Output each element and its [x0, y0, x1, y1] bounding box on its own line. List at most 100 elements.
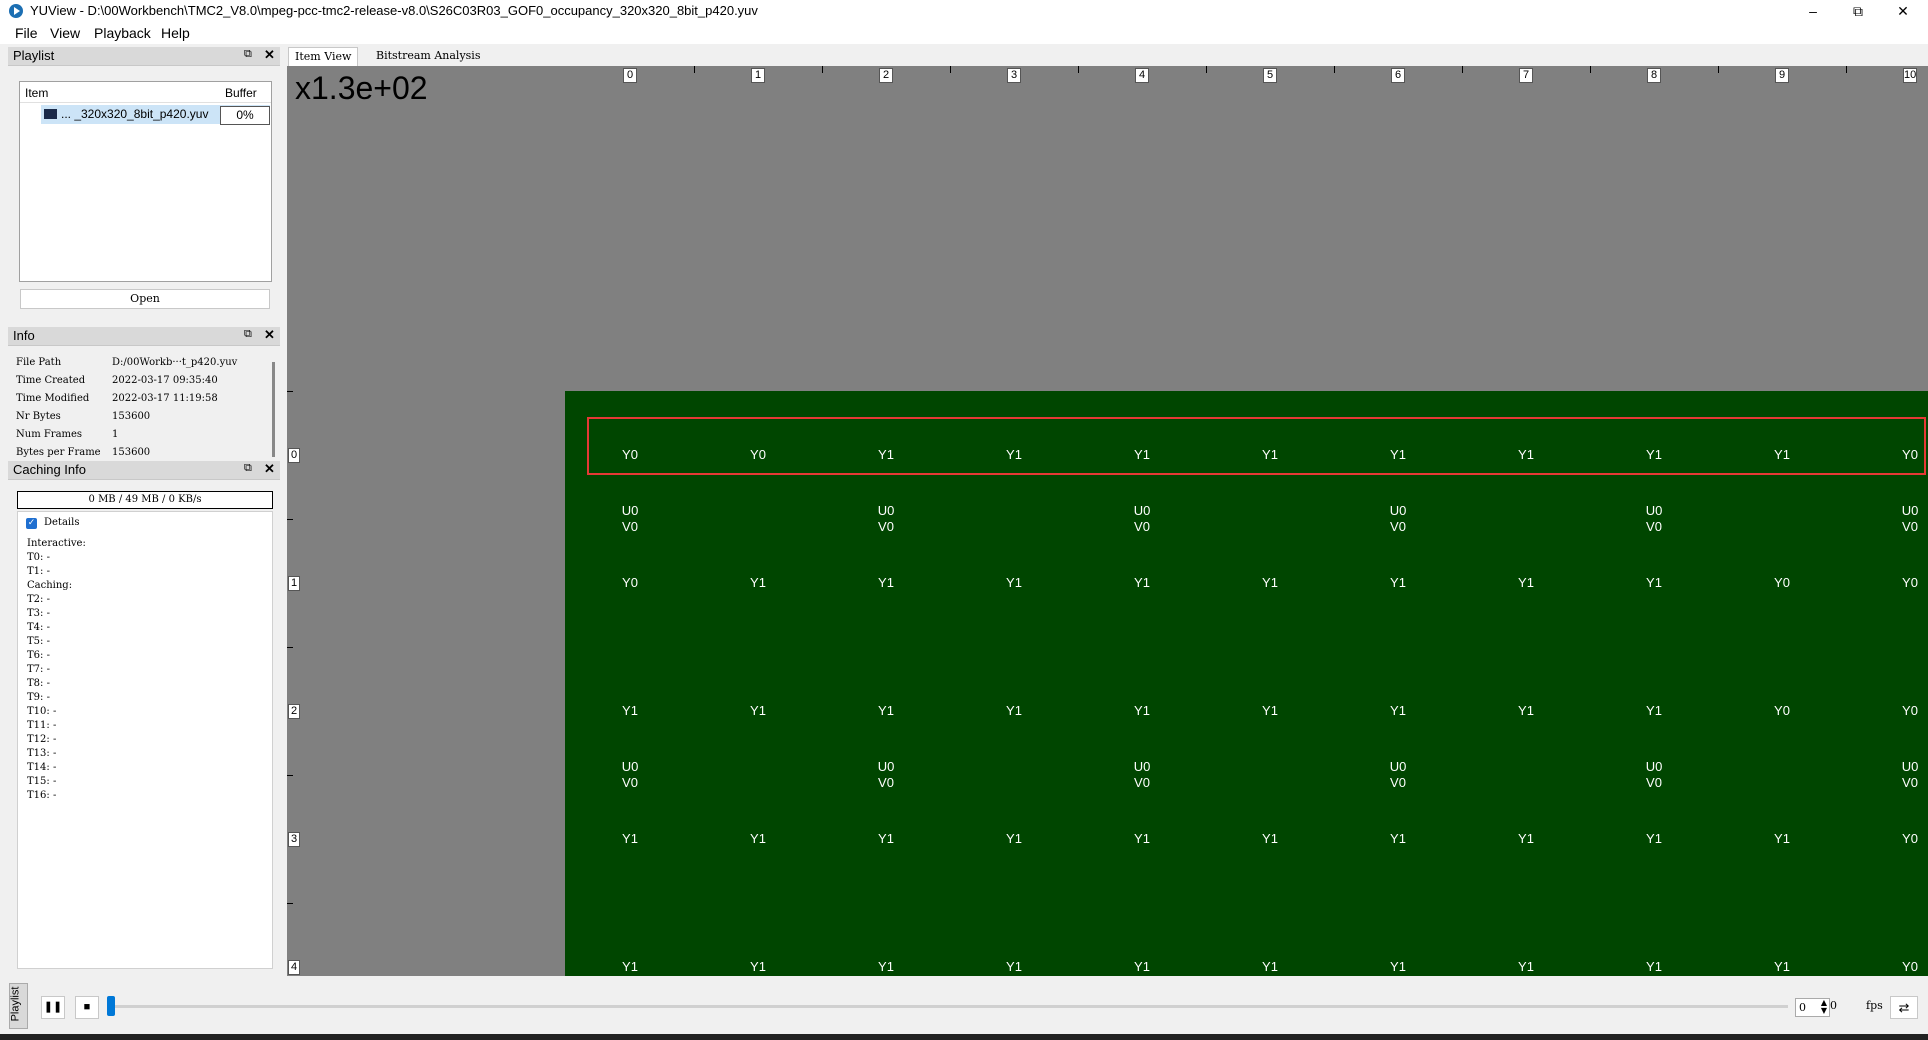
info-key: File Path [16, 357, 62, 368]
chroma-u: U0 [1389, 759, 1407, 774]
x-ruler-label: 9 [1775, 68, 1789, 83]
luma-value: Y1 [1262, 575, 1278, 590]
luma-value: Y1 [1390, 575, 1406, 590]
float-icon[interactable]: ⧉ [244, 463, 254, 474]
menu-bar: File View Playback Help [0, 22, 1928, 44]
x-ruler-label: 4 [1135, 68, 1149, 83]
chroma-value: U0 V0 [600, 759, 660, 791]
chroma-v: V0 [622, 775, 638, 790]
repeat-button[interactable]: ⇄ [1890, 996, 1918, 1019]
x-ruler-label: 6 [1391, 68, 1405, 83]
info-value: 1 [112, 429, 119, 440]
spin-arrows-icon[interactable]: ▲ ▼ [1821, 999, 1827, 1015]
y-ruler-tick [287, 647, 293, 648]
luma-value: Y1 [1518, 575, 1534, 590]
cache-line: T1: - [27, 566, 50, 577]
chroma-u: U0 [1133, 759, 1151, 774]
info-value: 153600 [112, 447, 151, 457]
chroma-v: V0 [1134, 775, 1150, 790]
playlist-header: Item Buffer [20, 82, 271, 103]
float-icon[interactable]: ⧉ [244, 49, 254, 60]
frame-total: 0 [1830, 999, 1837, 1012]
menu-view[interactable]: View [50, 25, 80, 41]
x-ruler-tick [1334, 66, 1335, 73]
luma-value: Y1 [750, 959, 766, 974]
luma-value: Y0 [1774, 575, 1790, 590]
app-icon [9, 4, 23, 18]
close-icon[interactable]: ✕ [264, 47, 275, 63]
chroma-u: U0 [1901, 503, 1919, 518]
chroma-value: U0 V0 [856, 759, 916, 791]
image-area [565, 391, 1928, 976]
luma-value: Y1 [1518, 703, 1534, 718]
menu-playback[interactable]: Playback [94, 25, 151, 41]
luma-value: Y0 [1902, 831, 1918, 846]
menu-file[interactable]: File [15, 25, 38, 41]
caching-title: Caching Info [13, 462, 86, 477]
luma-value: Y1 [1134, 575, 1150, 590]
y-ruler-label: 2 [288, 704, 300, 719]
close-button[interactable]: ✕ [1880, 0, 1926, 22]
x-ruler-label: 1 [751, 68, 765, 83]
playlist-title: Playlist [13, 48, 55, 63]
x-ruler-label: 10 [1903, 68, 1918, 83]
tab-item-view[interactable]: Item View [288, 47, 359, 66]
minimize-button[interactable]: – [1790, 0, 1836, 22]
cache-line: T2: - [27, 594, 50, 605]
luma-value: Y1 [1262, 831, 1278, 846]
luma-value: Y1 [878, 575, 894, 590]
chroma-v: V0 [1646, 775, 1662, 790]
info-key: Bytes per Frame [16, 447, 101, 457]
info-scrollbar[interactable] [272, 362, 275, 457]
menu-help[interactable]: Help [161, 25, 190, 41]
float-icon[interactable]: ⧉ [244, 329, 254, 340]
cache-line: T6: - [27, 650, 50, 661]
frame-slider-track[interactable] [110, 1005, 1788, 1008]
playlist-side-tab[interactable]: Playlist [9, 983, 28, 1029]
open-button[interactable]: Open [20, 289, 270, 309]
luma-value: Y1 [1518, 959, 1534, 974]
info-value: 2022-03-17 11:19:58 [112, 393, 218, 404]
item-view-canvas[interactable]: x1.3e+02 0 1 2 3 4 5 6 7 8 9 10 0 1 2 3 4 Y0 Y0 Y1 Y1 Y1 Y1 Y… [287, 66, 1928, 976]
cache-line: T3: - [27, 608, 50, 619]
cache-line: T9: - [27, 692, 50, 703]
close-icon[interactable]: ✕ [264, 461, 275, 477]
luma-value: Y0 [1902, 959, 1918, 974]
x-ruler-tick [1846, 66, 1847, 73]
cache-line: T13: - [27, 748, 57, 759]
luma-value: Y1 [1262, 959, 1278, 974]
chroma-v: V0 [1134, 519, 1150, 534]
x-ruler-tick [950, 66, 951, 73]
luma-value: Y1 [750, 575, 766, 590]
column-buffer[interactable]: Buffer [225, 86, 257, 100]
luma-value: Y1 [1646, 959, 1662, 974]
tab-bitstream-analysis[interactable]: Bitstream Analysis [370, 47, 486, 65]
info-value: 153600 [112, 411, 151, 422]
info-dock-title: Info ⧉ ✕ [8, 327, 280, 346]
details-label[interactable]: Details [44, 517, 79, 528]
chroma-v: V0 [1902, 519, 1918, 534]
close-icon[interactable]: ✕ [264, 327, 275, 343]
details-checkbox[interactable]: ✓ [26, 518, 37, 529]
x-ruler-label: 3 [1007, 68, 1021, 83]
frame-spinbox[interactable]: 0 ▲ ▼ [1795, 998, 1830, 1017]
pause-button[interactable]: ❚❚ [41, 996, 65, 1019]
luma-value: Y1 [1006, 959, 1022, 974]
chroma-v: V0 [1390, 775, 1406, 790]
frame-slider-handle[interactable] [107, 996, 115, 1016]
luma-value: Y1 [878, 831, 894, 846]
y-ruler-label: 0 [288, 448, 300, 463]
chroma-u: U0 [621, 503, 639, 518]
x-ruler-tick [1718, 66, 1719, 73]
maximize-button[interactable]: ⧉ [1835, 0, 1881, 22]
luma-value: Y0 [1902, 703, 1918, 718]
luma-value: Y1 [1774, 831, 1790, 846]
chroma-v: V0 [1646, 519, 1662, 534]
playlist-tree[interactable]: Item Buffer ... _320x320_8bit_p420.yuv 0… [19, 81, 272, 282]
luma-value: Y0 [622, 575, 638, 590]
frame-value: 0 [1799, 1001, 1806, 1014]
luma-value: Y1 [622, 831, 638, 846]
column-item[interactable]: Item [25, 86, 48, 100]
luma-value: Y1 [1390, 703, 1406, 718]
stop-button[interactable]: ■ [75, 996, 99, 1019]
